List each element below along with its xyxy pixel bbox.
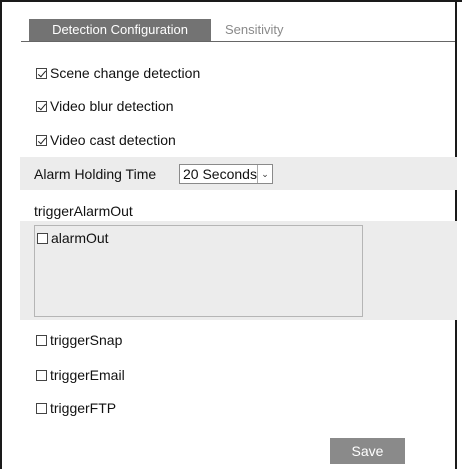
trigger-ftp-label: triggerFTP: [50, 400, 117, 416]
trigger-ftp-row[interactable]: triggerFTP: [36, 396, 116, 420]
alarm-holding-label: Alarm Holding Time: [34, 166, 157, 182]
video-cast-row[interactable]: Video cast detection: [36, 128, 176, 152]
video-blur-checkbox[interactable]: [36, 101, 47, 112]
trigger-snap-row[interactable]: triggerSnap: [36, 328, 122, 352]
tab-detection-configuration[interactable]: Detection Configuration: [29, 19, 211, 41]
chevron-down-icon[interactable]: ⌄: [257, 165, 272, 183]
trigger-email-row[interactable]: triggerEmail: [36, 363, 125, 387]
video-cast-label: Video cast detection: [50, 132, 176, 148]
alarm-holding-value: 20 Seconds: [183, 166, 257, 182]
trigger-email-label: triggerEmail: [50, 367, 125, 383]
alarm-out-checkbox[interactable]: [37, 233, 48, 244]
trigger-alarm-out-label: triggerAlarmOut: [34, 203, 133, 219]
scene-change-label: Scene change detection: [50, 65, 201, 81]
trigger-ftp-checkbox[interactable]: [36, 403, 47, 414]
video-cast-checkbox[interactable]: [36, 135, 47, 146]
trigger-snap-checkbox[interactable]: [36, 335, 47, 346]
alarm-out-label: alarmOut: [51, 230, 109, 246]
alarm-holding-select[interactable]: 20 Seconds ⌄: [179, 164, 273, 184]
trigger-email-checkbox[interactable]: [36, 370, 47, 381]
video-blur-label: Video blur detection: [50, 98, 174, 114]
tab-bar: Detection Configuration Sensitivity: [21, 17, 455, 42]
alarm-out-list[interactable]: alarmOut: [34, 225, 363, 317]
video-blur-row[interactable]: Video blur detection: [36, 94, 174, 118]
scene-change-checkbox[interactable]: [36, 68, 47, 79]
window-frame-top: [0, 0, 462, 2]
trigger-snap-label: triggerSnap: [50, 332, 123, 348]
tab-sensitivity[interactable]: Sensitivity: [217, 19, 292, 41]
save-button[interactable]: Save: [330, 438, 405, 464]
scene-change-row[interactable]: Scene change detection: [36, 61, 200, 85]
alarm-out-item[interactable]: alarmOut: [37, 228, 109, 248]
window-frame-left: [0, 0, 2, 469]
